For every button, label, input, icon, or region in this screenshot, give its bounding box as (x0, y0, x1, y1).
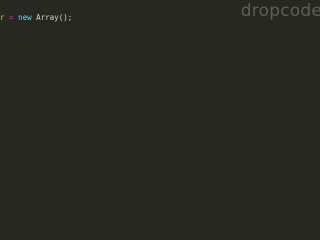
constructor-call-token: Array(); (31, 13, 73, 22)
new-keyword-token: new (18, 13, 32, 22)
code-editor[interactable]: r = new Array(); dropcode (0, 0, 320, 200)
code-line: r = new Array(); (0, 13, 72, 23)
dropcode-watermark: dropcode (240, 1, 320, 21)
